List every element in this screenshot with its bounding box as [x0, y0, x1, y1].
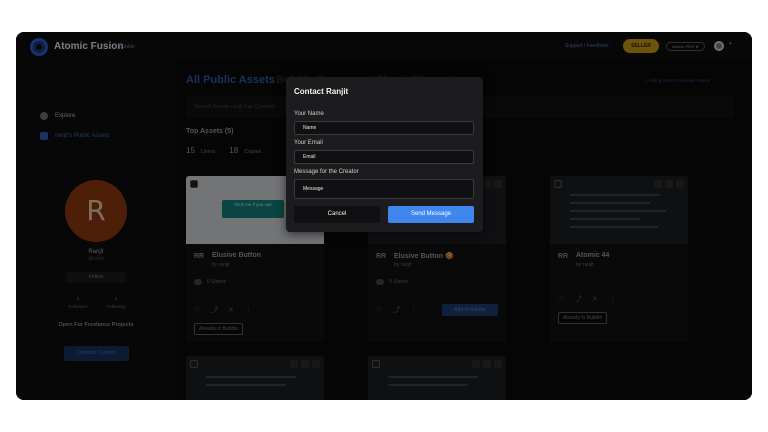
message-label: Message for the Creator [294, 169, 359, 175]
email-field[interactable]: Email [294, 150, 474, 164]
cancel-button[interactable]: Cancel [294, 206, 380, 223]
app-window: Atomic Fusion Bubble Support / Feedback … [16, 32, 752, 400]
modal-title: Contact Ranjit [294, 87, 349, 96]
name-label: Your Name [294, 111, 324, 117]
contact-modal: Contact Ranjit Your Name Name Your Email… [286, 77, 483, 232]
message-field[interactable]: Message [294, 179, 474, 199]
email-label: Your Email [294, 140, 323, 146]
send-message-button[interactable]: Send Message [388, 206, 474, 223]
name-field[interactable]: Name [294, 121, 474, 135]
